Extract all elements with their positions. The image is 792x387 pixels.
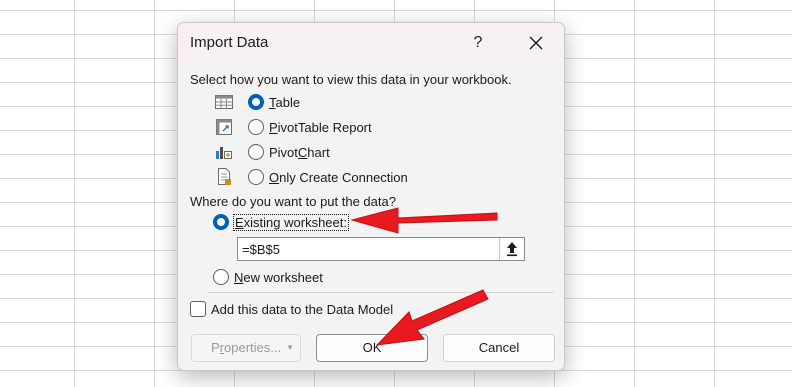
pivotchart-icon xyxy=(216,147,232,159)
cell-reference-value: =$B$5 xyxy=(242,242,280,257)
table-option[interactable]: Table xyxy=(269,95,300,110)
pivottable-option[interactable]: PivotTable Report xyxy=(269,120,372,135)
existing-worksheet-option[interactable]: Existing worksheet: xyxy=(233,214,349,231)
dialog-title: Import Data xyxy=(190,34,269,51)
new-worksheet-option[interactable]: New worksheet xyxy=(234,270,323,285)
table-radio[interactable] xyxy=(248,94,264,110)
existing-worksheet-radio[interactable] xyxy=(213,214,229,230)
upload-arrow-icon xyxy=(507,242,517,257)
close-button[interactable] xyxy=(514,29,558,57)
connection-icon xyxy=(218,168,231,185)
pivottable-radio[interactable] xyxy=(248,119,264,135)
collapse-dialog-button[interactable] xyxy=(499,238,524,260)
pivotchart-radio[interactable] xyxy=(248,144,264,160)
cancel-button[interactable]: Cancel xyxy=(443,334,555,362)
ok-button[interactable]: OK xyxy=(316,334,428,362)
location-prompt-label: Where do you want to put the data? xyxy=(190,194,396,209)
dropdown-caret-icon: ▼ xyxy=(286,343,294,352)
data-model-label[interactable]: Add this data to the Data Model xyxy=(211,302,393,317)
only-connection-radio[interactable] xyxy=(248,169,264,185)
pivotchart-option[interactable]: PivotChart xyxy=(269,145,330,160)
dialog-titlebar: Import Data ? xyxy=(178,23,564,63)
properties-button[interactable]: Properties... ▼ xyxy=(191,334,301,362)
focus-outline: Existing worksheet: xyxy=(233,214,349,231)
help-button[interactable]: ? xyxy=(456,29,500,57)
view-prompt-label: Select how you want to view this data in… xyxy=(190,72,512,87)
import-data-dialog: Import Data ? Select how you want to vie… xyxy=(177,22,565,371)
only-connection-option[interactable]: Only Create Connection xyxy=(269,170,408,185)
new-worksheet-radio[interactable] xyxy=(213,269,229,285)
close-icon xyxy=(529,36,543,50)
data-model-checkbox[interactable] xyxy=(190,301,206,317)
table-icon xyxy=(215,95,233,109)
cell-reference-input[interactable]: =$B$5 xyxy=(237,237,525,261)
pivottable-icon xyxy=(216,119,232,135)
separator xyxy=(208,292,554,293)
